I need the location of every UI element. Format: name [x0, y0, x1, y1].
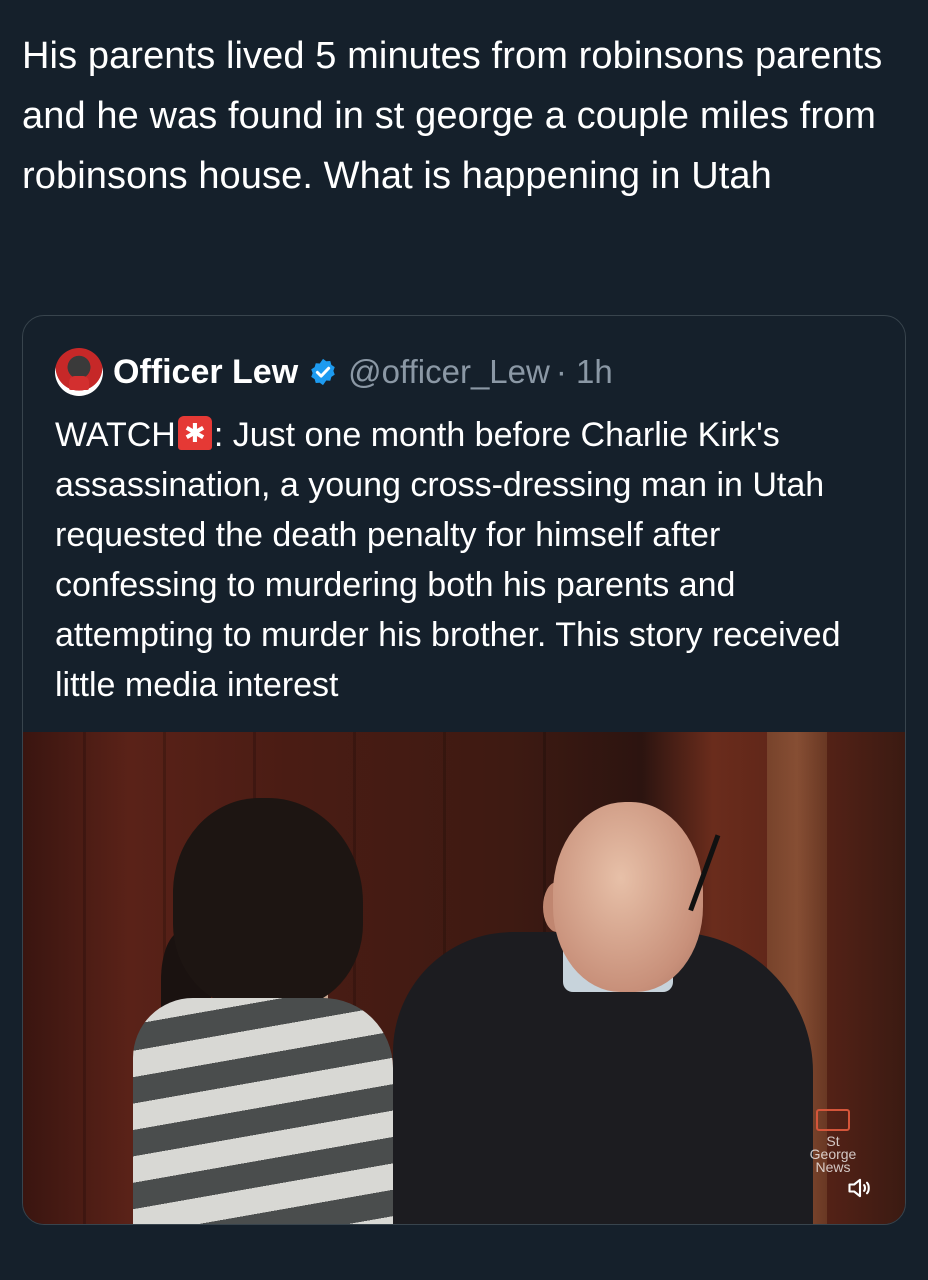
quoted-post-body: WATCH: Just one month before Charlie Kir… [55, 410, 885, 710]
post-timestamp[interactable]: · 1h [556, 353, 613, 391]
post-text: His parents lived 5 minutes from robinso… [22, 35, 883, 197]
news-watermark: St George News [803, 1109, 863, 1174]
body-lead: WATCH [55, 416, 176, 454]
siren-emoji-icon [177, 416, 212, 450]
volume-glyph [848, 1178, 870, 1198]
quoted-post-card[interactable]: Officer Lew @officer_Lew · 1h WATCH: Jus… [22, 315, 906, 1225]
speaker-icon[interactable] [843, 1174, 877, 1208]
quoted-post-header: Officer Lew @officer_Lew · 1h [55, 346, 613, 398]
news-logo-icon [816, 1109, 850, 1131]
verified-badge-icon [311, 358, 335, 386]
curtain-fold [83, 732, 86, 1224]
defendant-striped-uniform [133, 998, 393, 1224]
body-text: : Just one month before Charlie Kirk's a… [55, 416, 841, 704]
avatar[interactable] [55, 348, 103, 396]
defendant-head [173, 798, 363, 1008]
author-handle[interactable]: @officer_Lew [348, 353, 550, 391]
author-name[interactable]: Officer Lew [113, 353, 298, 392]
watermark-text: St George News [809, 1133, 857, 1175]
video-player[interactable]: St George News [23, 732, 905, 1224]
